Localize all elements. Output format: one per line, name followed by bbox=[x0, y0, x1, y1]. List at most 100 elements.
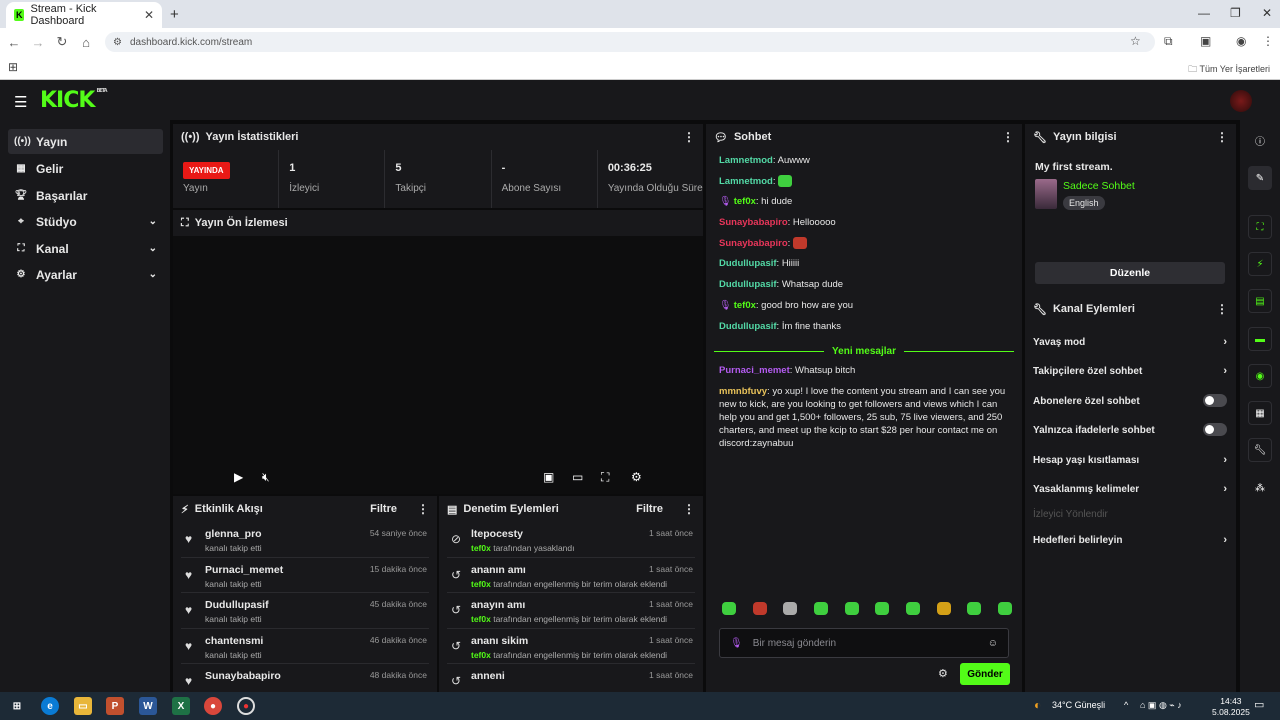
chat-username[interactable]: Dudullupasif bbox=[719, 258, 777, 269]
chat-bubble-icon[interactable]: ▬ bbox=[1248, 327, 1272, 351]
browser-tab[interactable]: K Stream - Kick Dashboard ✕ bbox=[6, 2, 162, 28]
profile-icon[interactable]: ◉ bbox=[1236, 34, 1246, 48]
obs-icon[interactable]: ● bbox=[237, 697, 255, 715]
subscribers-only-toggle[interactable] bbox=[1203, 394, 1227, 407]
chat-username[interactable]: tef0x bbox=[734, 300, 756, 311]
mute-icon[interactable]: 🔇︎ bbox=[262, 470, 270, 485]
ban-icon[interactable]: ⊘ bbox=[451, 532, 461, 546]
activity-username[interactable]: glenna_pro bbox=[205, 528, 262, 540]
menu-icon[interactable]: ☰ bbox=[14, 93, 27, 111]
tray-icons[interactable]: ⌂ ▣ ◍ ⌁ ♪ bbox=[1140, 700, 1182, 711]
site-info-icon[interactable]: ⚙ bbox=[113, 37, 122, 48]
theater-icon[interactable]: ▭ bbox=[572, 470, 583, 484]
chat-username[interactable]: mmnbfuvy bbox=[719, 386, 767, 397]
sidebar-item-gelir[interactable]: ▦ Gelir bbox=[8, 156, 163, 181]
all-bookmarks[interactable]: 🗀 Tüm Yer İşaretleri bbox=[1188, 62, 1270, 78]
sidebar-item-yayin[interactable]: ((•)) Yayın bbox=[8, 129, 163, 154]
emote-icon[interactable] bbox=[813, 602, 828, 615]
chrome-icon[interactable]: ● bbox=[204, 697, 222, 715]
layout-icon[interactable]: ▦ bbox=[1248, 401, 1272, 425]
video-preview[interactable]: ▶ 🔇︎ ▣ ▭ ⛶ ⚙ bbox=[173, 236, 703, 494]
moderator-name[interactable]: tef0x bbox=[471, 579, 491, 589]
address-bar[interactable]: ⚙ dashboard.kick.com/stream bbox=[105, 32, 1155, 52]
chat-username[interactable]: Purnaci_memet bbox=[719, 365, 790, 376]
bookmark-star-icon[interactable]: ☆ bbox=[1130, 34, 1141, 48]
close-tab-icon[interactable]: ✕ bbox=[144, 8, 154, 22]
chat-username[interactable]: tef0x bbox=[734, 196, 756, 207]
share-icon[interactable]: ⁂ bbox=[1248, 476, 1272, 500]
chat-input[interactable]: 🎙︎ Bir mesaj gönderin ☺ bbox=[719, 628, 1009, 658]
chat-settings-icon[interactable]: ⚙ bbox=[938, 667, 948, 680]
user-avatar[interactable] bbox=[1230, 90, 1252, 112]
word-icon[interactable]: W bbox=[139, 697, 157, 715]
restore-icon[interactable]: ❐ bbox=[1230, 6, 1241, 20]
sidebar-item-basarilar[interactable]: 🏆︎ Başarılar bbox=[8, 183, 163, 208]
sidebar-item-studyo[interactable]: ⌖ Stüdyo ⌄ bbox=[8, 209, 163, 234]
pip-icon[interactable]: ▣ bbox=[543, 470, 554, 484]
more-menu-icon[interactable]: ⋮ bbox=[1262, 34, 1274, 48]
chat-username[interactable]: Dudullupasif bbox=[719, 279, 777, 290]
undo-icon[interactable]: ↺ bbox=[451, 639, 461, 653]
weather-text[interactable]: 34°C Güneşli bbox=[1052, 700, 1105, 710]
wrench-icon[interactable]: 🔧︎ bbox=[1248, 438, 1272, 462]
edit-button[interactable]: Düzenle bbox=[1035, 262, 1225, 284]
clock[interactable]: 14:43 5.08.2025 bbox=[1212, 696, 1250, 718]
filter-button[interactable]: Filtre bbox=[370, 503, 397, 515]
emote-icon[interactable] bbox=[875, 602, 890, 615]
play-icon[interactable]: ▶ bbox=[234, 470, 243, 484]
tray-overflow-icon[interactable]: ^ bbox=[1124, 700, 1128, 710]
emotes-only-toggle[interactable] bbox=[1203, 423, 1227, 436]
sidebar-item-kanal[interactable]: ⛶ Kanal ⌄ bbox=[8, 236, 163, 261]
filter-button[interactable]: Filtre bbox=[636, 503, 663, 515]
emote-icon[interactable] bbox=[783, 602, 798, 615]
bolt-icon[interactable]: ⚡︎ bbox=[1248, 252, 1272, 276]
action-account-age[interactable]: Hesap yaşı kısıtlaması › bbox=[1033, 454, 1227, 466]
emote-icon[interactable] bbox=[997, 602, 1012, 615]
more-icon[interactable]: ⋮ bbox=[683, 502, 695, 516]
chat-username[interactable]: Lamnetmod bbox=[719, 176, 773, 187]
category-link[interactable]: Sadece Sohbet bbox=[1063, 180, 1135, 192]
send-button[interactable]: Gönder bbox=[960, 663, 1010, 685]
emote-icon[interactable] bbox=[936, 602, 951, 615]
moderator-name[interactable]: tef0x bbox=[471, 543, 491, 553]
extensions-icon[interactable]: ⧉ bbox=[1164, 34, 1173, 49]
close-window-icon[interactable]: ✕ bbox=[1262, 6, 1272, 20]
more-icon[interactable]: ⋮ bbox=[417, 502, 429, 516]
more-icon[interactable]: ⋮ bbox=[1216, 302, 1228, 316]
emote-icon[interactable] bbox=[844, 602, 859, 615]
notifications-icon[interactable]: ▭ bbox=[1254, 698, 1264, 711]
undo-icon[interactable]: ↺ bbox=[451, 674, 461, 688]
action-set-goals[interactable]: Hedefleri belirleyin › bbox=[1033, 534, 1227, 546]
undo-icon[interactable]: ↺ bbox=[451, 568, 461, 582]
scan-icon[interactable]: ⛶ bbox=[1248, 215, 1272, 239]
new-tab-button[interactable]: + bbox=[170, 6, 179, 23]
action-banned-words[interactable]: Yasaklanmış kelimeler › bbox=[1033, 483, 1227, 495]
more-icon[interactable]: ⋮ bbox=[683, 130, 695, 144]
edit-pencil-icon[interactable]: ✎ bbox=[1248, 166, 1272, 190]
info-icon[interactable]: ⓘ bbox=[1248, 128, 1272, 152]
apps-grid-icon[interactable]: ⊞ bbox=[8, 60, 18, 74]
action-slow-mode[interactable]: Yavaş mod › bbox=[1033, 336, 1227, 348]
activity-username[interactable]: chantensmi bbox=[205, 635, 263, 647]
reading-list-icon[interactable]: ▣ bbox=[1200, 34, 1211, 48]
chat-username[interactable]: Lamnetmod bbox=[719, 155, 773, 166]
kick-logo[interactable]: KICK BETA bbox=[40, 88, 108, 113]
broadcast-icon[interactable]: ◉ bbox=[1248, 364, 1272, 388]
chat-username[interactable]: Dudullupasif bbox=[719, 321, 777, 332]
excel-icon[interactable]: X bbox=[172, 697, 190, 715]
emote-icon[interactable] bbox=[967, 602, 982, 615]
activity-username[interactable]: Purnaci_memet bbox=[205, 564, 283, 576]
emote-icon[interactable] bbox=[752, 602, 767, 615]
file-explorer-icon[interactable]: ▭ bbox=[74, 697, 92, 715]
more-icon[interactable]: ⋮ bbox=[1216, 130, 1228, 144]
sidebar-item-ayarlar[interactable]: ⚙ Ayarlar ⌄ bbox=[8, 262, 163, 287]
settings-gear-icon[interactable]: ⚙ bbox=[631, 470, 642, 484]
undo-icon[interactable]: ↺ bbox=[451, 603, 461, 617]
powerpoint-icon[interactable]: P bbox=[106, 697, 124, 715]
action-followers-only[interactable]: Takipçilere özel sohbet › bbox=[1033, 365, 1227, 377]
activity-username[interactable]: Sunaybabapiro bbox=[205, 670, 281, 682]
fullscreen-icon[interactable]: ⛶ bbox=[601, 470, 609, 485]
forward-icon[interactable]: → bbox=[26, 35, 50, 50]
moderator-name[interactable]: tef0x bbox=[471, 650, 491, 660]
reload-icon[interactable]: ↻ bbox=[50, 34, 74, 50]
